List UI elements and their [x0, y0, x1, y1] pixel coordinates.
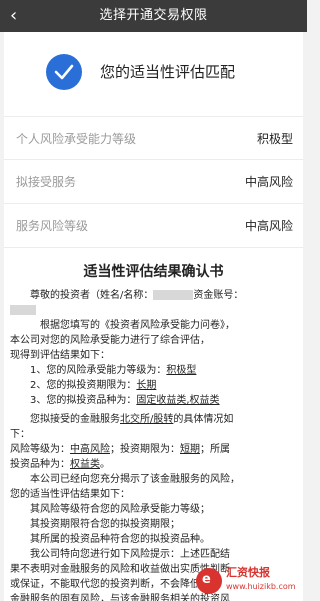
confirmation-title: 适当性评估结果确认书: [83, 264, 224, 280]
greeting-text: 尊敬的投资者（姓名/名称：: [30, 290, 154, 301]
redacted-account: [10, 305, 36, 315]
paragraph: 其风险等级符合您的风险承受能力等级；: [30, 504, 210, 515]
row-label: 个人风险承受能力等级: [16, 132, 137, 146]
paragraph: 您的适当性评估结果如下：: [10, 489, 130, 500]
top-nav-bar: ‹ 选择开通交易权限: [0, 0, 307, 32]
service-risk-row: 服务风险等级 中高风险: [4, 204, 303, 248]
page-title: 选择开通交易权限: [99, 8, 208, 23]
list-item-label: 2、您的拟投资期限为：: [30, 380, 137, 391]
account-label: 资金账号：: [193, 290, 244, 301]
product-value: 权益类: [70, 459, 100, 470]
row-value: 积极型: [256, 132, 293, 146]
service-value: 北交所/股转: [120, 414, 174, 425]
row-label: 拟接受服务: [16, 175, 77, 189]
paragraph: 我公司特向您进行如下风险提示：上述匹配结: [30, 549, 230, 560]
paragraph: 其投资期限符合您的拟投资期限；: [30, 519, 180, 530]
row-value: 中高风险: [244, 175, 293, 189]
list-item-value: 积极型: [166, 365, 197, 376]
list-item-value: 固定收益类,权益类: [136, 395, 220, 406]
paragraph: 下：: [10, 429, 30, 440]
result-text: 您的适当性评估匹配: [100, 63, 236, 81]
paragraph: 您拟接受的金融服务: [30, 414, 120, 425]
watermark: e 汇资快报 www.huizikb.com: [196, 562, 302, 598]
paragraph: 风险等级为：: [10, 444, 70, 455]
list-item-label: 3、您的拟投资品种为：: [30, 395, 137, 406]
redacted-name: [153, 290, 194, 300]
paragraph: 的具体情况如: [173, 414, 234, 425]
list-item-label: 1、您的风险承受能力等级为：: [30, 365, 167, 376]
paragraph: 投资品种为：: [10, 459, 70, 470]
watermark-brand: 汇资快报: [226, 566, 270, 579]
paragraph: 根据您填写的《投资者风险承受能力问卷》，: [40, 320, 235, 331]
service-row: 拟接受服务 中高风险: [4, 160, 303, 204]
row-value: 中高风险: [244, 219, 293, 233]
paragraph: 其所属的投资品种符合您的拟投资品种。: [30, 534, 210, 545]
paragraph: 本公司已经向您充分揭示了该金融服务的风险，: [30, 474, 240, 485]
row-label: 服务风险等级: [16, 219, 89, 233]
risk-level-row: 个人风险承受能力等级 积极型: [4, 116, 303, 160]
confirmation-body: 尊敬的投资者（姓名/名称： 资金账号： 根据您填写的《投资者风险承受能力问卷》， …: [10, 288, 300, 601]
term-value: 短期: [180, 444, 200, 455]
brand-logo: e: [196, 568, 222, 594]
risk-value: 中高风险: [70, 444, 110, 455]
paragraph: ；所属: [200, 444, 230, 455]
content-card: 您的适当性评估匹配 个人风险承受能力等级 积极型 拟接受服务 中高风险 服务风险…: [4, 32, 303, 601]
check-circle-icon: [46, 54, 82, 90]
list-item-value: 长期: [136, 380, 157, 391]
paragraph: 。: [100, 459, 110, 470]
paragraph: ；投资期限为：: [110, 444, 180, 455]
paragraph: 现得到评估结果如下：: [10, 350, 110, 361]
assessment-result: 您的适当性评估匹配: [4, 32, 303, 112]
watermark-url: www.huizikb.com: [226, 582, 296, 591]
paragraph: 本公司对您的风险承受能力进行了综合评估，: [10, 335, 210, 346]
